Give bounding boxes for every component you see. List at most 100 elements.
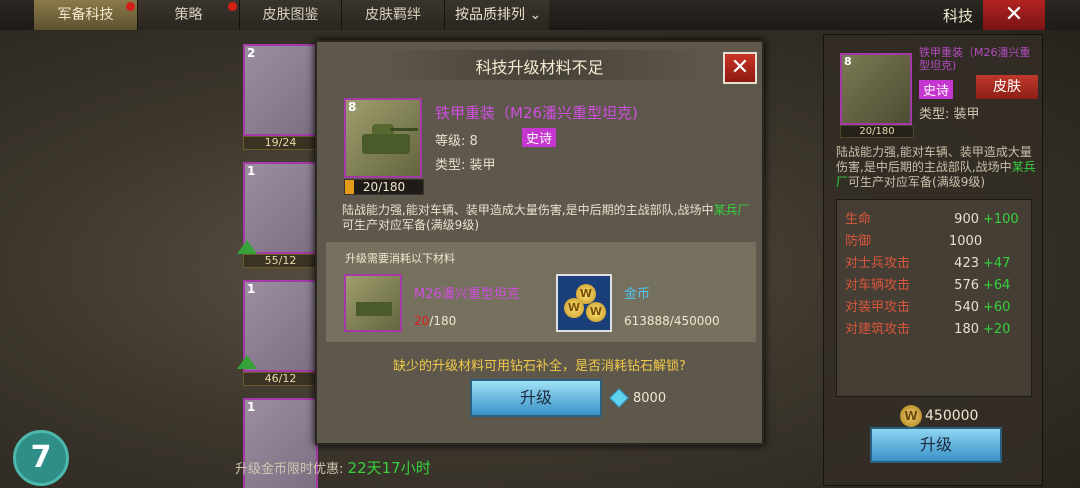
stat-key: 对士兵攻击	[845, 256, 911, 271]
unit-name: 铁甲重装（M26潘兴重型坦克)	[919, 46, 1031, 72]
desc-tail: 可生产对应军备(满级9级)	[342, 218, 479, 232]
tech-card[interactable]: 2 19/24	[243, 44, 318, 150]
progress-bar: 20/180	[344, 179, 424, 195]
limited-offer-label: 升级金币限时优惠:	[235, 462, 344, 477]
stat-row: 对建筑攻击 180 +20	[845, 318, 1010, 337]
dialog-title: 科技升级材料不足	[475, 58, 604, 77]
material-gold-icon[interactable]: W W W	[556, 274, 612, 332]
dialog-close-button[interactable]: ✕	[723, 52, 757, 84]
sort-dropdown[interactable]: 按品质排列 ⌄	[445, 0, 549, 30]
tier-badge: 史诗	[919, 80, 954, 99]
top-bar: 军备科技 策略 皮肤图鉴 皮肤羁绊 按品质排列 ⌄ 科技 ✕	[0, 0, 1080, 30]
notification-dot	[228, 2, 237, 11]
upgrade-arrow-icon	[237, 240, 257, 254]
material-count: 20/180	[414, 314, 456, 328]
materials-label: 升级需要消耗以下材料	[345, 252, 455, 265]
close-button[interactable]: ✕	[983, 0, 1045, 30]
stat-value: 180	[954, 322, 979, 337]
skin-button[interactable]: 皮肤	[976, 75, 1038, 99]
notification-dot	[126, 2, 135, 11]
page-title: 科技	[943, 7, 974, 25]
stat-value: 1000	[949, 234, 983, 249]
unit-description: 陆战能力强,能对车辆、装甲造成大量伤害,是中后期的主战部队,战场中某兵厂可生产对…	[342, 203, 752, 233]
dialog-question: 缺少的升级材料可用钻石补全，是否消耗钻石解锁?	[393, 359, 686, 374]
stat-bonus: +60	[983, 300, 1011, 315]
stat-bonus: +64	[983, 278, 1011, 293]
coin-icon: W	[900, 405, 922, 427]
progress-bar: 55/12	[243, 254, 318, 268]
tab-label: 皮肤羁绊	[365, 7, 421, 23]
unit-thumbnail: 8	[840, 53, 912, 125]
coin-icon: W	[576, 284, 596, 304]
level-badge: 1	[247, 164, 256, 178]
progress-bar: 46/12	[243, 372, 318, 386]
tank-thumbnail: 2	[243, 44, 318, 136]
progress-fill	[345, 180, 354, 194]
materials-box: 升级需要消耗以下材料 M26潘兴重型坦克 20/180 W W W 金币 613…	[326, 242, 756, 342]
tab-label: 军备科技	[57, 7, 114, 23]
detail-panel: 8 20/180 铁甲重装（M26潘兴重型坦克) 史诗 皮肤 类型: 装甲 陆战…	[823, 34, 1043, 486]
tank-gun-shape	[390, 128, 418, 131]
desc-text: 陆战能力强,能对车辆、装甲造成大量伤害,是中后期的主战部队,战场中	[342, 203, 714, 217]
stat-key: 防御	[845, 234, 872, 249]
tab-label: 策略	[174, 7, 203, 23]
stat-bonus: +100	[983, 212, 1019, 227]
stat-row: 对士兵攻击 423 +47	[845, 252, 1010, 271]
stat-row: 防御 1000	[845, 230, 983, 249]
stat-value: 576	[954, 278, 979, 293]
tank-icon	[356, 302, 392, 316]
progress-bar: 19/24	[243, 136, 318, 150]
limited-offer-time: 22天17小时	[347, 459, 431, 477]
unit-type: 类型: 装甲	[435, 158, 496, 173]
sort-label: 按品质排列	[455, 7, 525, 23]
coin-cost: 450000	[925, 408, 979, 424]
tab-skin-gallery[interactable]: 皮肤图鉴	[240, 0, 342, 30]
help-badge-button[interactable]: 7	[13, 430, 69, 486]
diamond-icon	[609, 388, 629, 408]
level-badge: 1	[247, 282, 256, 296]
material-name: 金币	[624, 287, 651, 302]
desc-text: 陆战能力强,能对车辆、装甲造成大量伤害,是中后期的主战部队,战场中	[836, 145, 1032, 174]
stat-key: 生命	[845, 212, 872, 227]
diamond-cost: 8000	[633, 391, 667, 406]
upgrade-button[interactable]: 升级	[870, 427, 1002, 463]
stat-key: 对装甲攻击	[845, 300, 911, 315]
chevron-down-icon: ⌄	[529, 7, 542, 23]
progress-bar: 20/180	[840, 125, 914, 138]
unit-level: 等级: 8	[435, 134, 478, 149]
stat-value: 900	[954, 212, 979, 227]
stat-row: 对装甲攻击 540 +60	[845, 296, 1010, 315]
tank-body-shape	[362, 134, 410, 154]
coin-icon: W	[586, 302, 606, 322]
stat-key: 对建筑攻击	[845, 322, 911, 337]
insufficient-materials-dialog: 科技升级材料不足 ✕ 8 20/180 铁甲重装（M26潘兴重型坦克) 等级: …	[315, 40, 764, 445]
material-have: 20	[414, 314, 430, 328]
material-tank-icon[interactable]	[344, 274, 402, 332]
stat-value: 423	[954, 256, 979, 271]
upgrade-with-diamond-button[interactable]: 升级	[470, 379, 602, 417]
stat-value: 540	[954, 300, 979, 315]
unit-type: 类型: 装甲	[919, 107, 980, 122]
stat-bonus: +47	[983, 256, 1011, 271]
tab-arms-tech[interactable]: 军备科技	[34, 0, 138, 30]
stat-bonus: +20	[983, 322, 1011, 337]
limited-offer: 升级金币限时优惠: 22天17小时	[235, 457, 431, 478]
tier-badge: 史诗	[522, 128, 557, 147]
tab-strategy[interactable]: 策略	[138, 0, 240, 30]
unit-description: 陆战能力强,能对车辆、装甲造成大量伤害,是中后期的主战部队,战场中某兵厂可生产对…	[836, 145, 1041, 190]
level-badge: 1	[247, 400, 256, 414]
material-name: M26潘兴重型坦克	[414, 287, 520, 302]
unit-thumbnail: 8	[344, 98, 422, 178]
stat-row: 对车辆攻击 576 +64	[845, 274, 1010, 293]
upgrade-arrow-icon	[237, 355, 257, 369]
material-need: /180	[429, 314, 457, 328]
tab-label: 皮肤图鉴	[262, 7, 319, 23]
tab-skin-bond[interactable]: 皮肤羁绊	[342, 0, 445, 30]
stat-key: 对车辆攻击	[845, 278, 911, 293]
desc-highlight: 某兵厂	[713, 203, 750, 217]
tech-card[interactable]: 1 46/12	[243, 280, 318, 386]
material-count: 613888/450000	[624, 314, 720, 328]
level-badge: 2	[247, 46, 256, 60]
desc-tail: 可生产对应军备(满级9级)	[848, 175, 986, 189]
progress-text: 20/180	[362, 180, 406, 194]
